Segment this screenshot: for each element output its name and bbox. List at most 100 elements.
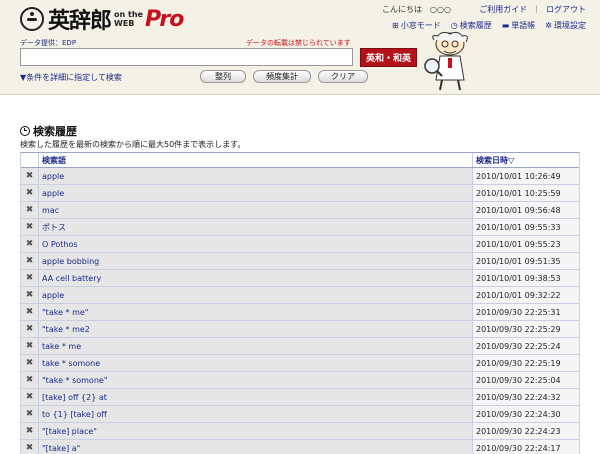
word-cell[interactable]: apple: [39, 168, 473, 184]
delete-icon[interactable]: ✖: [26, 307, 34, 317]
search-button[interactable]: 英和・和英: [360, 48, 417, 67]
date-cell: 2010/10/01 10:25:59: [473, 185, 579, 201]
date-cell: 2010/09/30 22:25:31: [473, 304, 579, 320]
mode-wordbook[interactable]: ▬ 単語帳: [502, 20, 536, 31]
top-links: ご利用ガイド | ログアウト: [479, 4, 586, 15]
header: 英辞郎 on the WEB Pro こんにちは ○○○ ご利用ガイド | ログ…: [0, 0, 600, 95]
professor-mascot-icon: [424, 31, 468, 91]
delete-icon[interactable]: ✖: [26, 358, 34, 368]
delete-icon[interactable]: ✖: [26, 392, 34, 402]
table-row: ✖ "take * me" 2010/09/30 22:25:31: [21, 304, 579, 321]
detailed-search-link[interactable]: ▼条件を詳細に指定して検索: [20, 72, 122, 83]
word-cell[interactable]: O Pothos: [39, 236, 473, 252]
word-cell[interactable]: "take * me": [39, 304, 473, 320]
delete-cell: ✖: [21, 304, 39, 320]
delete-cell: ✖: [21, 355, 39, 371]
table-row: ✖ [take] off {2} at 2010/09/30 22:24:32: [21, 389, 579, 406]
date-cell: 2010/09/30 22:24:32: [473, 389, 579, 405]
table-row: ✖ apple 2010/10/01 09:32:22: [21, 287, 579, 304]
logo[interactable]: 英辞郎 on the WEB Pro: [20, 6, 184, 34]
word-cell[interactable]: "take * me2: [39, 321, 473, 337]
date-cell: 2010/09/30 22:25:24: [473, 338, 579, 354]
word-cell[interactable]: "take * somone": [39, 372, 473, 388]
delete-cell: ✖: [21, 253, 39, 269]
table-row: ✖ "take * me2 2010/09/30 22:25:29: [21, 321, 579, 338]
logo-sub-text: on the WEB: [114, 10, 143, 28]
delete-icon[interactable]: ✖: [26, 256, 34, 266]
delete-icon[interactable]: ✖: [26, 222, 34, 232]
delete-icon[interactable]: ✖: [26, 443, 34, 453]
gear-icon: ✲: [545, 21, 552, 30]
date-cell: 2010/10/01 09:56:48: [473, 202, 579, 218]
word-cell[interactable]: [take] off {2} at: [39, 389, 473, 405]
data-provider: データ提供：EDP: [20, 39, 77, 47]
word-cell[interactable]: mac: [39, 202, 473, 218]
delete-cell: ✖: [21, 236, 39, 252]
table-row: ✖ mac 2010/10/01 09:56:48: [21, 202, 579, 219]
date-cell: 2010/09/30 22:25:04: [473, 372, 579, 388]
table-row: ✖ ポトス 2010/10/01 09:55:33: [21, 219, 579, 236]
word-cell[interactable]: "[take] a": [39, 440, 473, 454]
clear-button[interactable]: クリア: [318, 70, 368, 83]
delete-icon[interactable]: ✖: [26, 205, 34, 215]
table-row: ✖ apple 2010/10/01 10:26:49: [21, 168, 579, 185]
table-row: ✖ apple bobbing 2010/10/01 09:51:35: [21, 253, 579, 270]
delete-icon[interactable]: ✖: [26, 273, 34, 283]
delete-icon[interactable]: ✖: [26, 171, 34, 181]
delete-icon[interactable]: ✖: [26, 290, 34, 300]
clock-icon: [20, 126, 30, 136]
delete-icon[interactable]: ✖: [26, 324, 34, 334]
logo-sub1: on the: [114, 10, 143, 19]
word-column-header[interactable]: 検索語: [39, 153, 473, 167]
window-icon: ⊞: [392, 21, 399, 30]
delete-icon[interactable]: ✖: [26, 426, 34, 436]
greeting: こんにちは ○○○: [382, 5, 451, 14]
word-cell[interactable]: apple: [39, 287, 473, 303]
date-cell: 2010/09/30 22:25:29: [473, 321, 579, 337]
search-input[interactable]: [20, 48, 353, 66]
date-cell: 2010/09/30 22:24:17: [473, 440, 579, 454]
date-cell: 2010/10/01 09:38:53: [473, 270, 579, 286]
mode-settings[interactable]: ✲ 環境設定: [545, 20, 586, 31]
date-cell: 2010/10/01 09:55:23: [473, 236, 579, 252]
table-row: ✖ O Pothos 2010/10/01 09:55:23: [21, 236, 579, 253]
table-row: ✖ take * me 2010/09/30 22:25:24: [21, 338, 579, 355]
word-cell[interactable]: apple bobbing: [39, 253, 473, 269]
delete-cell: ✖: [21, 202, 39, 218]
delete-icon[interactable]: ✖: [26, 239, 34, 249]
mode-label: 環境設定: [554, 21, 586, 30]
table-row: ✖ "[take] place" 2010/09/30 22:24:23: [21, 423, 579, 440]
date-cell: 2010/09/30 22:24:23: [473, 423, 579, 439]
date-column-header[interactable]: 検索日時▽: [473, 153, 579, 167]
delete-icon[interactable]: ✖: [26, 188, 34, 198]
table-row: ✖ apple 2010/10/01 10:25:59: [21, 185, 579, 202]
delete-cell: ✖: [21, 406, 39, 422]
word-cell[interactable]: apple: [39, 185, 473, 201]
frequency-button[interactable]: 頻度集計: [253, 70, 311, 83]
logo-sub2: WEB: [114, 19, 135, 28]
delete-icon[interactable]: ✖: [26, 409, 34, 419]
word-cell[interactable]: take * me: [39, 338, 473, 354]
delete-icon[interactable]: ✖: [26, 341, 34, 351]
copy-warning: データの転載は禁じられています: [246, 39, 351, 47]
word-cell[interactable]: AA cell battery: [39, 270, 473, 286]
mode-label: 単語帳: [511, 21, 536, 30]
logout-link[interactable]: ログアウト: [546, 4, 586, 15]
guide-link[interactable]: ご利用ガイド: [479, 4, 527, 15]
date-cell: 2010/09/30 22:24:30: [473, 406, 579, 422]
sort-button[interactable]: 整列: [200, 70, 246, 83]
delete-icon[interactable]: ✖: [26, 375, 34, 385]
book-icon: ▬: [501, 21, 510, 30]
logo-pro-text: Pro: [144, 6, 184, 32]
word-cell[interactable]: ポトス: [39, 219, 473, 235]
word-cell[interactable]: to {1} [take] off: [39, 406, 473, 422]
date-cell: 2010/10/01 09:51:35: [473, 253, 579, 269]
table-body: ✖ apple 2010/10/01 10:26:49 ✖ apple 2010/10/0…: [21, 168, 579, 454]
delete-cell: ✖: [21, 389, 39, 405]
word-cell[interactable]: take * somone: [39, 355, 473, 371]
delete-cell: ✖: [21, 287, 39, 303]
table-row: ✖ AA cell battery 2010/10/01 09:38:53: [21, 270, 579, 287]
date-cell: 2010/10/01 09:32:22: [473, 287, 579, 303]
table-row: ✖ "[take] a" 2010/09/30 22:24:17: [21, 440, 579, 454]
word-cell[interactable]: "[take] place": [39, 423, 473, 439]
